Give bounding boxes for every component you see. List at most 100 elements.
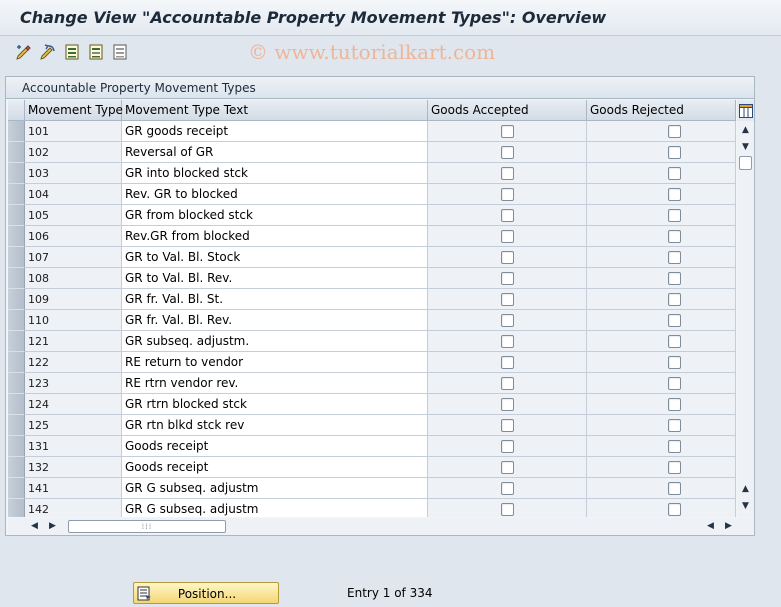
goods-accepted-checkbox[interactable] bbox=[501, 209, 514, 222]
column-header-goods-rejected[interactable]: Goods Rejected bbox=[587, 100, 736, 121]
goods-accepted-checkbox[interactable] bbox=[501, 461, 514, 474]
goods-accepted-checkbox[interactable] bbox=[501, 398, 514, 411]
scroll-page-down-arrow-icon[interactable]: ▼ bbox=[737, 498, 754, 514]
movement-type-cell: 132 bbox=[25, 457, 122, 478]
goods-accepted-checkbox[interactable] bbox=[501, 419, 514, 432]
goods-rejected-checkbox[interactable] bbox=[668, 230, 681, 243]
edit-pencil-icon[interactable] bbox=[14, 42, 34, 62]
goods-rejected-checkbox[interactable] bbox=[668, 209, 681, 222]
goods-accepted-cell bbox=[428, 184, 587, 205]
row-selector[interactable] bbox=[8, 415, 25, 436]
select-all-corner[interactable] bbox=[8, 100, 25, 121]
undo-icon[interactable] bbox=[38, 42, 58, 62]
scroll-down-arrow-icon[interactable]: ▼ bbox=[737, 139, 754, 155]
scroll-left-arrow-icon[interactable]: ◀ bbox=[26, 518, 43, 534]
goods-accepted-cell bbox=[428, 499, 587, 517]
goods-rejected-cell bbox=[587, 352, 736, 373]
goods-rejected-checkbox[interactable] bbox=[668, 167, 681, 180]
movement-type-cell: 123 bbox=[25, 373, 122, 394]
goods-rejected-checkbox[interactable] bbox=[668, 272, 681, 285]
row-selector[interactable] bbox=[8, 436, 25, 457]
row-selector[interactable] bbox=[8, 247, 25, 268]
goods-rejected-checkbox[interactable] bbox=[668, 398, 681, 411]
table-row: 109 GR fr. Val. Bl. St. bbox=[8, 289, 736, 310]
movement-type-cell: 102 bbox=[25, 142, 122, 163]
goods-rejected-checkbox[interactable] bbox=[668, 377, 681, 390]
goods-rejected-checkbox[interactable] bbox=[668, 251, 681, 264]
column-header-movement-type-text[interactable]: Movement Type Text bbox=[122, 100, 428, 121]
position-button-label: Position... bbox=[177, 587, 237, 601]
scroll-page-up-arrow-icon[interactable]: ▲ bbox=[737, 481, 754, 497]
row-selector[interactable] bbox=[8, 310, 25, 331]
goods-accepted-checkbox[interactable] bbox=[501, 440, 514, 453]
row-selector[interactable] bbox=[8, 226, 25, 247]
row-selector[interactable] bbox=[8, 142, 25, 163]
goods-accepted-checkbox[interactable] bbox=[501, 125, 514, 138]
row-selector[interactable] bbox=[8, 268, 25, 289]
movement-type-text-cell: Rev.GR from blocked bbox=[122, 226, 428, 247]
horizontal-scrollbar[interactable]: ◀ ▶ ⁞⁞⁞ ◀ ▶ bbox=[8, 518, 754, 535]
goods-accepted-checkbox[interactable] bbox=[501, 356, 514, 369]
table-header: Movement Type Movement Type Text Goods A… bbox=[8, 100, 736, 121]
movement-type-text-cell: GR fr. Val. Bl. Rev. bbox=[122, 310, 428, 331]
goods-rejected-checkbox[interactable] bbox=[668, 335, 681, 348]
row-selector[interactable] bbox=[8, 205, 25, 226]
movement-type-cell: 142 bbox=[25, 499, 122, 517]
scroll-right-arrow-icon[interactable]: ▶ bbox=[44, 518, 61, 534]
goods-accepted-checkbox[interactable] bbox=[501, 293, 514, 306]
goods-rejected-checkbox[interactable] bbox=[668, 419, 681, 432]
select-all-icon[interactable] bbox=[62, 42, 82, 62]
row-selector[interactable] bbox=[8, 394, 25, 415]
goods-rejected-checkbox[interactable] bbox=[668, 314, 681, 327]
goods-accepted-checkbox[interactable] bbox=[501, 167, 514, 180]
row-selector[interactable] bbox=[8, 373, 25, 394]
goods-rejected-cell bbox=[587, 268, 736, 289]
scroll-up-arrow-icon[interactable]: ▲ bbox=[737, 122, 754, 138]
goods-accepted-checkbox[interactable] bbox=[501, 251, 514, 264]
goods-accepted-cell bbox=[428, 163, 587, 184]
goods-rejected-checkbox[interactable] bbox=[668, 356, 681, 369]
movement-type-cell: 125 bbox=[25, 415, 122, 436]
scroll-page-left-arrow-icon[interactable]: ◀ bbox=[702, 518, 719, 534]
goods-accepted-checkbox[interactable] bbox=[501, 314, 514, 327]
row-selector[interactable] bbox=[8, 184, 25, 205]
row-selector[interactable] bbox=[8, 331, 25, 352]
goods-accepted-checkbox[interactable] bbox=[501, 272, 514, 285]
goods-accepted-checkbox[interactable] bbox=[501, 188, 514, 201]
column-header-goods-accepted[interactable]: Goods Accepted bbox=[428, 100, 587, 121]
goods-rejected-checkbox[interactable] bbox=[668, 146, 681, 159]
scroll-page-right-arrow-icon[interactable]: ▶ bbox=[720, 518, 737, 534]
goods-accepted-checkbox[interactable] bbox=[501, 335, 514, 348]
goods-rejected-checkbox[interactable] bbox=[668, 440, 681, 453]
deselect-all-icon[interactable] bbox=[110, 42, 130, 62]
goods-accepted-checkbox[interactable] bbox=[501, 503, 514, 516]
goods-accepted-checkbox[interactable] bbox=[501, 230, 514, 243]
goods-rejected-checkbox[interactable] bbox=[668, 188, 681, 201]
movement-type-cell: 108 bbox=[25, 268, 122, 289]
row-selector[interactable] bbox=[8, 478, 25, 499]
column-header-movement-type[interactable]: Movement Type bbox=[25, 100, 123, 121]
table-settings-icon[interactable] bbox=[737, 100, 754, 121]
row-selector[interactable] bbox=[8, 499, 25, 517]
row-selector[interactable] bbox=[8, 121, 25, 142]
goods-accepted-cell bbox=[428, 373, 587, 394]
goods-rejected-checkbox[interactable] bbox=[668, 461, 681, 474]
position-button[interactable]: Position... bbox=[133, 582, 279, 604]
movement-type-cell: 124 bbox=[25, 394, 122, 415]
movement-type-text-cell: GR into blocked stck bbox=[122, 163, 428, 184]
goods-rejected-checkbox[interactable] bbox=[668, 125, 681, 138]
row-selector[interactable] bbox=[8, 457, 25, 478]
select-block-icon[interactable] bbox=[86, 42, 106, 62]
vertical-scroll-thumb[interactable] bbox=[739, 156, 752, 170]
goods-accepted-checkbox[interactable] bbox=[501, 377, 514, 390]
goods-rejected-cell bbox=[587, 436, 736, 457]
goods-accepted-checkbox[interactable] bbox=[501, 482, 514, 495]
goods-rejected-checkbox[interactable] bbox=[668, 293, 681, 306]
goods-rejected-checkbox[interactable] bbox=[668, 482, 681, 495]
horizontal-scroll-thumb[interactable]: ⁞⁞⁞ bbox=[68, 520, 226, 533]
goods-rejected-checkbox[interactable] bbox=[668, 503, 681, 516]
row-selector[interactable] bbox=[8, 163, 25, 184]
goods-accepted-checkbox[interactable] bbox=[501, 146, 514, 159]
row-selector[interactable] bbox=[8, 352, 25, 373]
row-selector[interactable] bbox=[8, 289, 25, 310]
